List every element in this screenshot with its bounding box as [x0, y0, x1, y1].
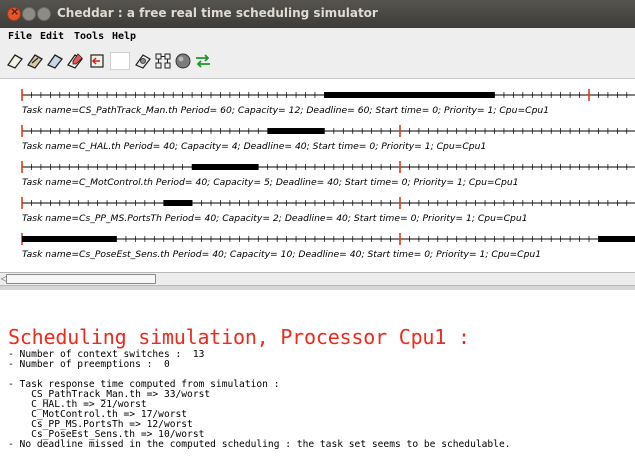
back-icon[interactable] — [88, 52, 106, 70]
menu-edit[interactable]: Edit — [40, 31, 64, 42]
close-icon[interactable] — [7, 5, 21, 21]
network-icon[interactable] — [154, 52, 172, 70]
blank-field[interactable] — [110, 52, 130, 70]
task-axis — [21, 197, 635, 209]
execution-bar — [163, 200, 193, 206]
execution-bar — [598, 236, 635, 242]
task-label: Task name=CS_PathTrack_Man.th Period= 60… — [22, 105, 550, 116]
menu-file[interactable]: File — [8, 31, 32, 42]
output-line: - Number of preemptions : 0 — [8, 359, 170, 370]
task-row: Task name=C_MotControl.th Period= 40; Ca… — [0, 159, 635, 195]
task-row: Task name=CS_PathTrack_Man.th Period= 60… — [0, 87, 635, 123]
toolbar — [0, 46, 635, 79]
task-row: Task name=Cs_PP_MS.PortsTh Period= 40; C… — [0, 195, 635, 231]
output-line: - No deadline missed in the computed sch… — [8, 439, 511, 450]
task-label: Task name=C_HAL.th Period= 40; Capacity=… — [22, 141, 487, 152]
task-label: Task name=C_MotControl.th Period= 40; Ca… — [22, 177, 519, 188]
edit-icon[interactable] — [26, 52, 44, 70]
menu-help[interactable]: Help — [112, 31, 136, 42]
scrollbar-thumb[interactable] — [6, 274, 156, 284]
task-axis — [21, 161, 635, 173]
window-titlebar: Cheddar : a free real time scheduling si… — [0, 0, 635, 28]
output-title: Scheduling simulation, Processor Cpu1 : — [8, 325, 470, 349]
execution-bar — [324, 92, 495, 98]
task-axis — [21, 125, 635, 137]
task-axis — [21, 89, 635, 101]
task-row: Task name=Cs_PoseEst_Sens.th Period= 40;… — [0, 231, 635, 267]
menu-tools[interactable]: Tools — [74, 31, 104, 42]
task-row: Task name=C_HAL.th Period= 40; Capacity=… — [0, 123, 635, 159]
task-label: Task name=Cs_PoseEst_Sens.th Period= 40;… — [22, 249, 542, 260]
task-axis — [21, 233, 635, 245]
menu-bar: File Edit Tools Help — [0, 28, 635, 46]
execution-bar — [192, 164, 259, 170]
scheduling-timeline: Task name=CS_PathTrack_Man.th Period= 60… — [0, 79, 635, 271]
task-label: Task name=Cs_PP_MS.PortsTh Period= 40; C… — [22, 213, 528, 224]
execution-bar — [22, 236, 117, 242]
horizontal-scrollbar[interactable]: ◁ — [0, 272, 635, 286]
window-title: Cheddar : a free real time scheduling si… — [57, 6, 378, 20]
maximize-icon[interactable] — [37, 7, 51, 21]
edit-system-icon[interactable] — [66, 52, 84, 70]
simulation-output: Scheduling simulation, Processor Cpu1 : … — [0, 291, 635, 472]
save-icon[interactable] — [46, 52, 64, 70]
execution-bar — [267, 128, 325, 134]
pane-divider[interactable] — [0, 286, 635, 290]
scheduling-icon[interactable] — [174, 52, 192, 70]
settings-icon[interactable] — [134, 52, 152, 70]
open-icon[interactable] — [6, 52, 24, 70]
minimize-icon[interactable] — [22, 7, 36, 21]
run-icon[interactable] — [194, 52, 212, 70]
